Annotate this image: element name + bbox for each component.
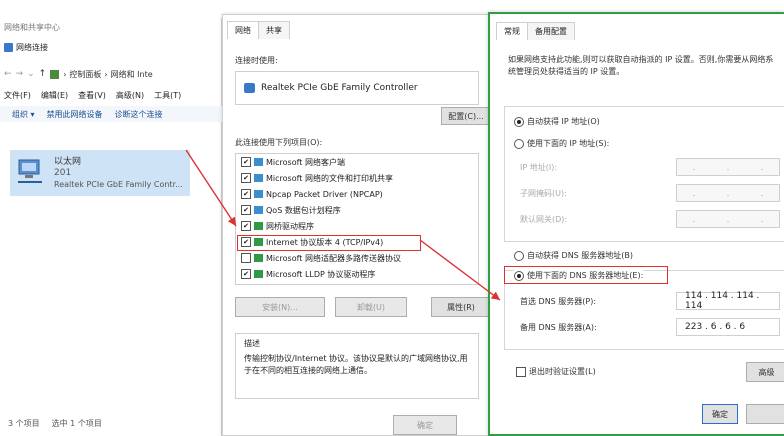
arrow-to-dns bbox=[419, 239, 501, 301]
annotation-arrows bbox=[185, 149, 501, 301]
arrow-to-ipv4 bbox=[185, 149, 237, 227]
